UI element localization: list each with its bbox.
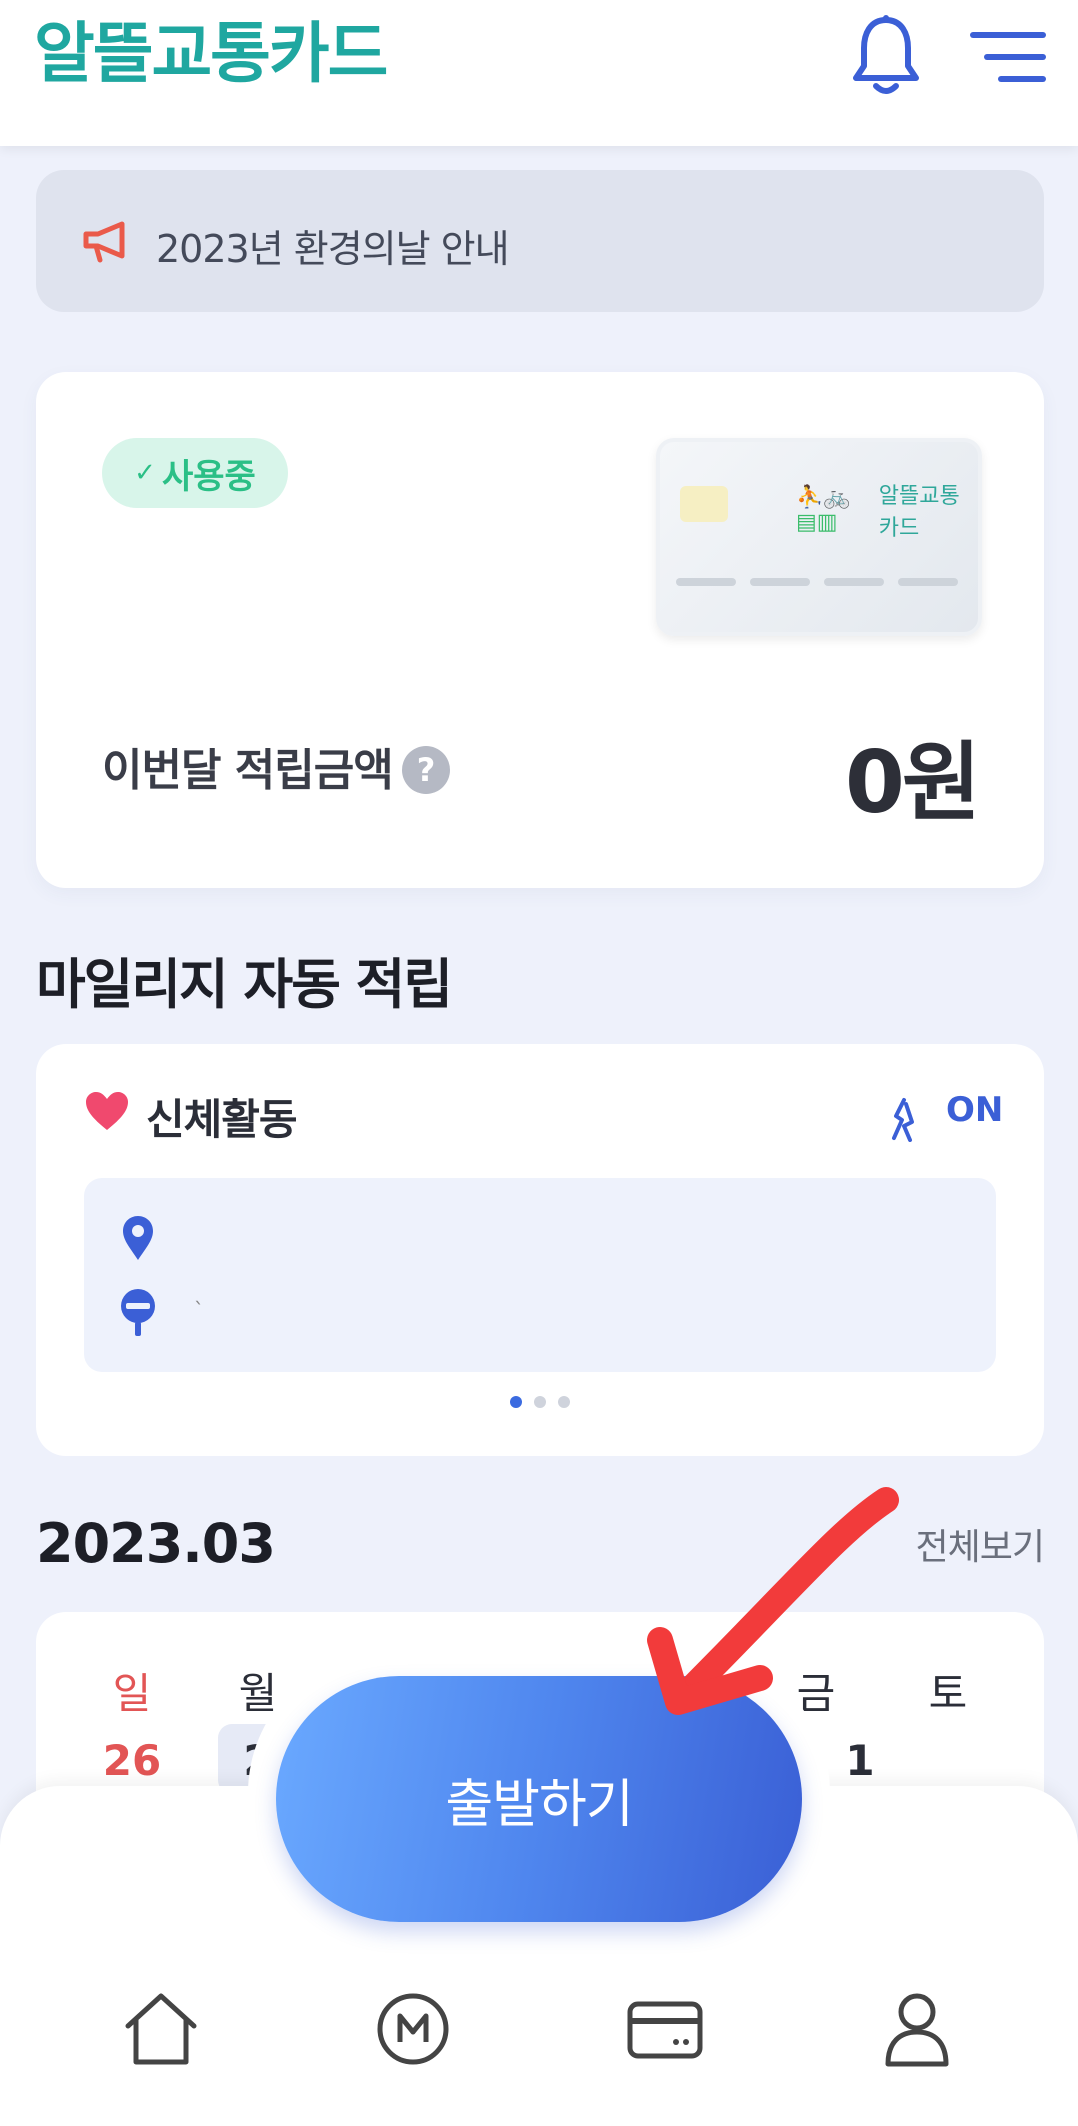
profile-icon[interactable] bbox=[878, 1990, 956, 2068]
annotation-arrow-icon bbox=[647, 1487, 899, 1715]
view-all-link[interactable]: 전체보기 bbox=[916, 1518, 1045, 1570]
card-chip bbox=[680, 486, 728, 522]
bus-stop-icon bbox=[121, 1289, 155, 1336]
accumulated-amount: 0원 bbox=[845, 733, 981, 833]
calendar-date[interactable]: 1 bbox=[820, 1736, 900, 1785]
heart-icon bbox=[86, 1092, 128, 1130]
activity-panel[interactable]: 신체활동 ON ` bbox=[36, 1044, 1044, 1456]
bell-icon[interactable] bbox=[850, 14, 922, 98]
weekday-sat: 토 bbox=[928, 1669, 968, 1718]
card-brand: ⛹🚲▤▥ 알뜰교통카드 bbox=[796, 478, 978, 542]
mileage-icon[interactable] bbox=[374, 1990, 452, 2068]
card-image[interactable]: ⛹🚲▤▥ 알뜰교통카드 bbox=[656, 438, 982, 636]
carousel-indicator[interactable] bbox=[510, 1396, 570, 1408]
megaphone-icon bbox=[83, 221, 125, 263]
toggle-status[interactable]: ON bbox=[946, 1090, 1003, 1130]
check-icon: ✓ bbox=[134, 458, 156, 488]
monthly-accumulation-label: 이번달 적립금액 bbox=[102, 745, 394, 796]
app-logo[interactable]: 알뜰교통카드 bbox=[34, 0, 388, 96]
help-icon[interactable]: ? bbox=[402, 746, 450, 794]
weekday-sun: 일 bbox=[112, 1669, 152, 1718]
transport-icons: ⛹🚲▤▥ bbox=[796, 485, 851, 535]
calendar-date[interactable]: 26 bbox=[92, 1736, 172, 1785]
location-pin-icon bbox=[123, 1216, 153, 1260]
hamburger-menu-icon[interactable] bbox=[970, 28, 1046, 88]
app-header: 알뜰교통카드 bbox=[0, 0, 1078, 146]
notice-banner[interactable]: 2023년 환경의날 안내 bbox=[36, 170, 1044, 312]
transport-card-panel[interactable]: ✓ 사용중 ⛹🚲▤▥ 알뜰교통카드 이번달 적립금액 ? 0원 bbox=[36, 372, 1044, 888]
notice-text: 2023년 환경의날 안내 bbox=[156, 227, 510, 271]
status-badge: ✓ 사용중 bbox=[102, 438, 288, 508]
calendar-month: 2023.03 bbox=[36, 1512, 276, 1575]
activity-title: 신체활동 bbox=[146, 1095, 298, 1144]
home-icon[interactable] bbox=[122, 1990, 200, 2068]
walking-icon bbox=[892, 1098, 914, 1142]
carousel-dot[interactable] bbox=[510, 1396, 522, 1408]
card-number-dashes bbox=[676, 578, 958, 586]
route-marker: ` bbox=[194, 1298, 204, 1322]
card-icon[interactable] bbox=[626, 1990, 704, 2068]
carousel-dot[interactable] bbox=[534, 1396, 546, 1408]
status-badge-label: 사용중 bbox=[161, 456, 256, 497]
card-brand-text: 알뜰교통카드 bbox=[878, 484, 960, 541]
carousel-dot[interactable] bbox=[558, 1396, 570, 1408]
route-box: ` bbox=[84, 1178, 996, 1372]
mileage-section-title: 마일리지 자동 적립 bbox=[36, 953, 453, 1016]
